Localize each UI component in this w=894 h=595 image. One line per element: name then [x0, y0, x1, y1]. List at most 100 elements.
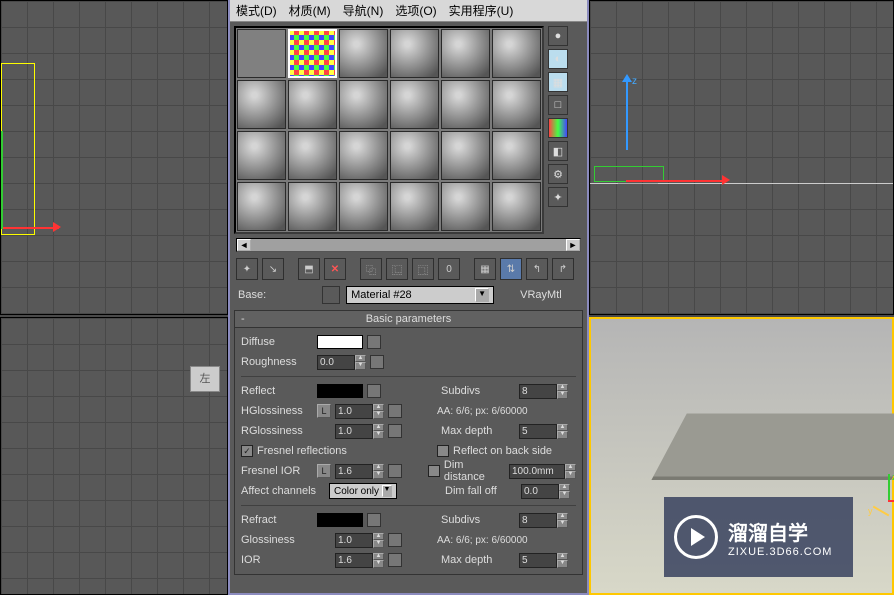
- go-parent-icon[interactable]: ↰: [526, 258, 548, 280]
- slot-7[interactable]: [288, 80, 337, 129]
- go-forward-icon[interactable]: ↱: [552, 258, 574, 280]
- options-icon[interactable]: ⚙: [548, 164, 568, 184]
- slot-14[interactable]: [339, 131, 388, 180]
- slot-17[interactable]: [492, 131, 541, 180]
- viewcube-face[interactable]: 左: [190, 366, 220, 392]
- dimdist-checkbox[interactable]: [428, 465, 440, 477]
- menu-util[interactable]: 实用程序(U): [449, 2, 514, 19]
- viewport-bottom-left[interactable]: [0, 317, 228, 595]
- material-type[interactable]: VRayMtl: [520, 289, 562, 301]
- refract-maxdepth-spinner[interactable]: ▲▼: [519, 553, 568, 568]
- fresnelior-spinner[interactable]: ▲▼: [335, 464, 384, 479]
- slot-18[interactable]: [237, 182, 286, 231]
- slot-15[interactable]: [390, 131, 439, 180]
- slot-10[interactable]: [441, 80, 490, 129]
- rollout-basic-parameters: - Basic parameters Diffuse Roughness ▲▼ …: [234, 310, 583, 575]
- scroll-left-icon[interactable]: ◄: [237, 239, 251, 251]
- show-end-result-icon[interactable]: ⇅: [500, 258, 522, 280]
- subdivs-label: Subdivs: [437, 385, 515, 397]
- slot-1[interactable]: [288, 29, 337, 78]
- glossiness-map-button[interactable]: [388, 533, 402, 547]
- chevron-down-icon[interactable]: ▼: [382, 485, 392, 497]
- scroll-right-icon[interactable]: ►: [566, 239, 580, 251]
- reset-map-icon[interactable]: ✕: [324, 258, 346, 280]
- slot-8[interactable]: [339, 80, 388, 129]
- refract-swatch[interactable]: [317, 513, 363, 527]
- select-by-mat-icon[interactable]: ✦: [548, 187, 568, 207]
- refract-map-button[interactable]: [367, 513, 381, 527]
- diffuse-map-button[interactable]: [367, 335, 381, 349]
- make-copy-icon[interactable]: ⿻: [360, 258, 382, 280]
- assign-to-sel-icon[interactable]: ⬒: [298, 258, 320, 280]
- sample-side-toolbar: ● ◐ ▦ □ ◧ ⚙ ✦: [548, 26, 572, 234]
- reflect-subdivs-spinner[interactable]: ▲▼: [519, 384, 568, 399]
- fresnelior-lock-button[interactable]: L: [317, 464, 331, 478]
- slot-16[interactable]: [441, 131, 490, 180]
- chevron-down-icon[interactable]: ▼: [475, 288, 489, 302]
- fresnel-checkbox[interactable]: [241, 445, 253, 457]
- video-color-icon[interactable]: [548, 118, 568, 138]
- menu-material[interactable]: 材质(M): [289, 2, 331, 19]
- slot-11[interactable]: [492, 80, 541, 129]
- pick-material-icon[interactable]: [322, 286, 340, 304]
- slot-20[interactable]: [339, 182, 388, 231]
- slot-19[interactable]: [288, 182, 337, 231]
- material-id-icon[interactable]: 0: [438, 258, 460, 280]
- slot-21[interactable]: [390, 182, 439, 231]
- slot-13[interactable]: [288, 131, 337, 180]
- hgloss-lock-button[interactable]: L: [317, 404, 331, 418]
- menu-mode[interactable]: 模式(D): [236, 2, 277, 19]
- aa-info-2: AA: 6/6; px: 6/60000: [437, 535, 528, 546]
- rollout-header[interactable]: - Basic parameters: [235, 311, 582, 328]
- dimfall-spinner[interactable]: ▲▼: [521, 484, 570, 499]
- slot-23[interactable]: [492, 182, 541, 231]
- hgloss-map-button[interactable]: [388, 404, 402, 418]
- slot-9[interactable]: [390, 80, 439, 129]
- viewport-top-left[interactable]: [0, 0, 228, 315]
- slot-22[interactable]: [441, 182, 490, 231]
- sample-uv-icon[interactable]: □: [548, 95, 568, 115]
- slot-scrollbar[interactable]: ◄ ►: [236, 238, 581, 252]
- ior-label: IOR: [241, 554, 313, 566]
- make-unique-icon[interactable]: ⿺: [386, 258, 408, 280]
- affect-channels-combo[interactable]: Color only ▼: [329, 483, 397, 499]
- slot-3[interactable]: [390, 29, 439, 78]
- ior-spinner[interactable]: ▲▼: [335, 553, 384, 568]
- fresnelior-label: Fresnel IOR: [241, 465, 313, 477]
- material-slots: [234, 26, 544, 234]
- reflect-map-button[interactable]: [367, 384, 381, 398]
- slot-0[interactable]: [237, 29, 286, 78]
- background-icon[interactable]: ▦: [548, 72, 568, 92]
- refract-subdivs-spinner[interactable]: ▲▼: [519, 513, 568, 528]
- material-name-combo[interactable]: Material #28 ▼: [346, 286, 494, 304]
- reflect-maxdepth-spinner[interactable]: ▲▼: [519, 424, 568, 439]
- hgloss-spinner[interactable]: ▲▼: [335, 404, 384, 419]
- rgloss-spinner[interactable]: ▲▼: [335, 424, 384, 439]
- menu-options[interactable]: 选项(O): [395, 2, 436, 19]
- make-preview-icon[interactable]: ◧: [548, 141, 568, 161]
- ior-map-button[interactable]: [388, 553, 402, 567]
- slot-12[interactable]: [237, 131, 286, 180]
- reflect-swatch[interactable]: [317, 384, 363, 398]
- viewport-top-right[interactable]: [589, 0, 894, 315]
- slot-5[interactable]: [492, 29, 541, 78]
- fresnelior-map-button[interactable]: [388, 464, 402, 478]
- slot-4[interactable]: [441, 29, 490, 78]
- get-material-icon[interactable]: ✦: [236, 258, 258, 280]
- roughness-spinner[interactable]: ▲▼: [317, 355, 366, 370]
- put-to-lib-icon[interactable]: ⿹: [412, 258, 434, 280]
- slot-6[interactable]: [237, 80, 286, 129]
- roughness-map-button[interactable]: [370, 355, 384, 369]
- backlight-icon[interactable]: ◐: [548, 49, 568, 69]
- sample-type-icon[interactable]: ●: [548, 26, 568, 46]
- glossiness-spinner[interactable]: ▲▼: [335, 533, 384, 548]
- put-to-scene-icon[interactable]: ↘: [262, 258, 284, 280]
- roughness-label: Roughness: [241, 356, 313, 368]
- rgloss-map-button[interactable]: [388, 424, 402, 438]
- diffuse-swatch[interactable]: [317, 335, 363, 349]
- reflect-back-checkbox[interactable]: [437, 445, 449, 457]
- menu-nav[interactable]: 导航(N): [343, 2, 384, 19]
- show-in-vp-icon[interactable]: ▦: [474, 258, 496, 280]
- slot-2[interactable]: [339, 29, 388, 78]
- dimdist-spinner[interactable]: ▲▼: [509, 464, 576, 479]
